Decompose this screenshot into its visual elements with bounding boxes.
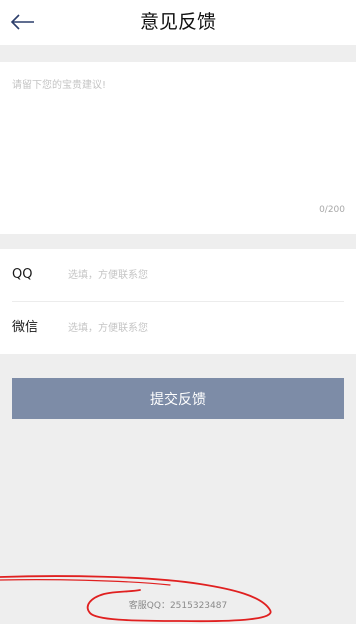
qq-label: QQ <box>12 267 33 282</box>
char-counter: 0/200 <box>319 205 345 215</box>
page-title: 意见反馈 <box>139 11 216 33</box>
wechat-input[interactable] <box>68 316 338 340</box>
header-bar: 意见反馈 <box>0 0 356 45</box>
arrow-left-icon <box>10 14 34 30</box>
qq-row: QQ <box>0 249 356 301</box>
wechat-label: 微信 <box>12 320 39 335</box>
service-qq-text: 客服QQ：2515323487 <box>128 601 228 611</box>
feedback-textarea[interactable] <box>12 76 344 194</box>
wechat-row: 微信 <box>0 302 356 354</box>
back-button[interactable] <box>8 8 38 36</box>
contact-card: QQ 微信 <box>0 249 356 354</box>
qq-input[interactable] <box>68 263 338 287</box>
red-scribble-annotation <box>0 575 272 623</box>
submit-feedback-button[interactable]: 提交反馈 <box>12 378 344 419</box>
feedback-card: 0/200 <box>0 62 356 234</box>
